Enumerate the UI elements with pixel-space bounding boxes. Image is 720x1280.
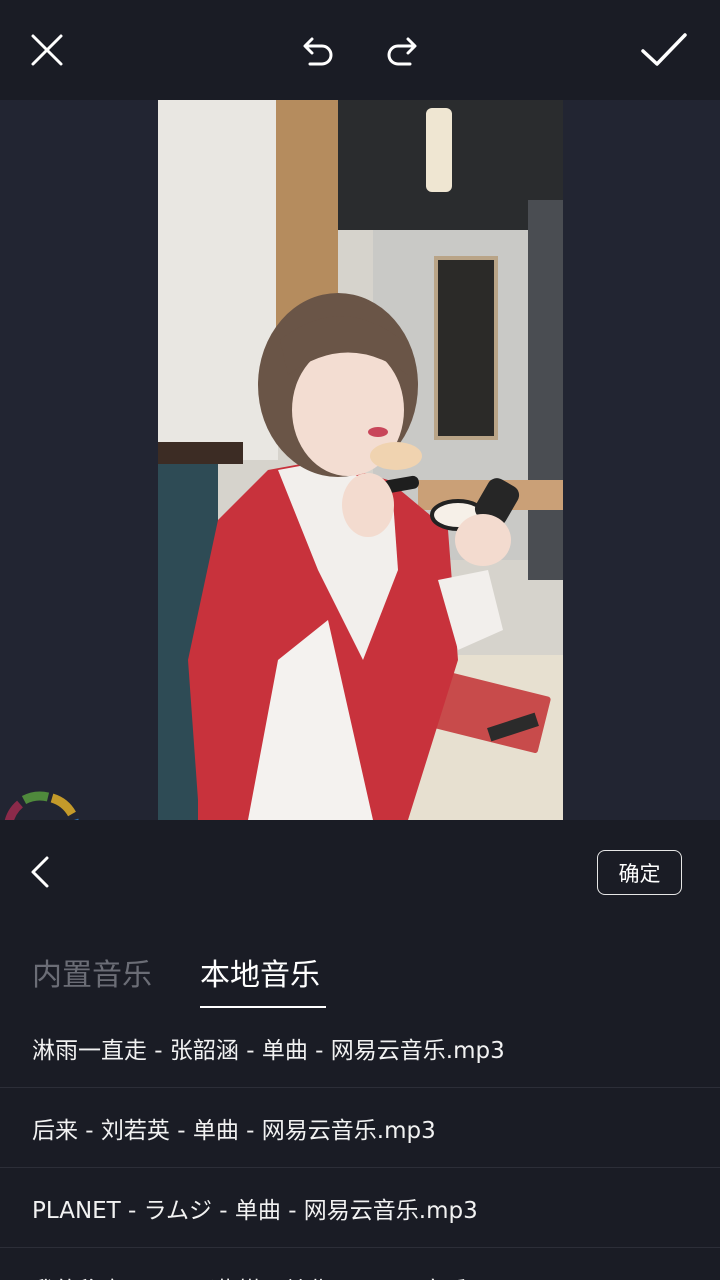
check-icon xyxy=(641,33,687,66)
undo-icon xyxy=(303,37,333,66)
music-source-tabs: 内置音乐 本地音乐 xyxy=(0,950,720,1010)
close-icon xyxy=(31,34,63,66)
back-button[interactable] xyxy=(20,850,60,894)
redo-icon xyxy=(387,37,417,66)
list-item[interactable]: PLANET - ラムジ - 单曲 - 网易云音乐.mp3 xyxy=(0,1168,720,1248)
top-toolbar xyxy=(0,0,720,100)
list-item[interactable]: 我的秘密 - ... - 邓紫棋 - 单曲 - 网易云音乐.mp3 xyxy=(0,1248,720,1280)
tab-builtin-music[interactable]: 内置音乐 xyxy=(32,950,152,1002)
list-item[interactable]: 后来 - 刘若英 - 单曲 - 网易云音乐.mp3 xyxy=(0,1088,720,1168)
confirm-button[interactable]: 确定 xyxy=(597,850,682,895)
music-panel: 确定 内置音乐 本地音乐 淋雨一直走 - 张韶涵 - 单曲 - 网易云音乐.mp… xyxy=(0,820,720,1280)
video-thumbnail[interactable] xyxy=(158,100,563,820)
done-button[interactable] xyxy=(636,22,692,78)
undo-button[interactable] xyxy=(288,22,344,78)
redo-button[interactable] xyxy=(376,22,432,78)
close-button[interactable] xyxy=(19,22,75,78)
tab-local-music[interactable]: 本地音乐 xyxy=(200,950,320,1002)
video-preview-area xyxy=(0,100,720,820)
music-picker-screen: 确定 内置音乐 本地音乐 淋雨一直走 - 张韶涵 - 单曲 - 网易云音乐.mp… xyxy=(0,0,720,1280)
local-song-list: 淋雨一直走 - 张韶涵 - 单曲 - 网易云音乐.mp3 后来 - 刘若英 - … xyxy=(0,1008,720,1280)
list-item[interactable]: 淋雨一直走 - 张韶涵 - 单曲 - 网易云音乐.mp3 xyxy=(0,1008,720,1088)
chevron-left-icon xyxy=(31,856,49,888)
video-scene-image xyxy=(158,100,563,820)
